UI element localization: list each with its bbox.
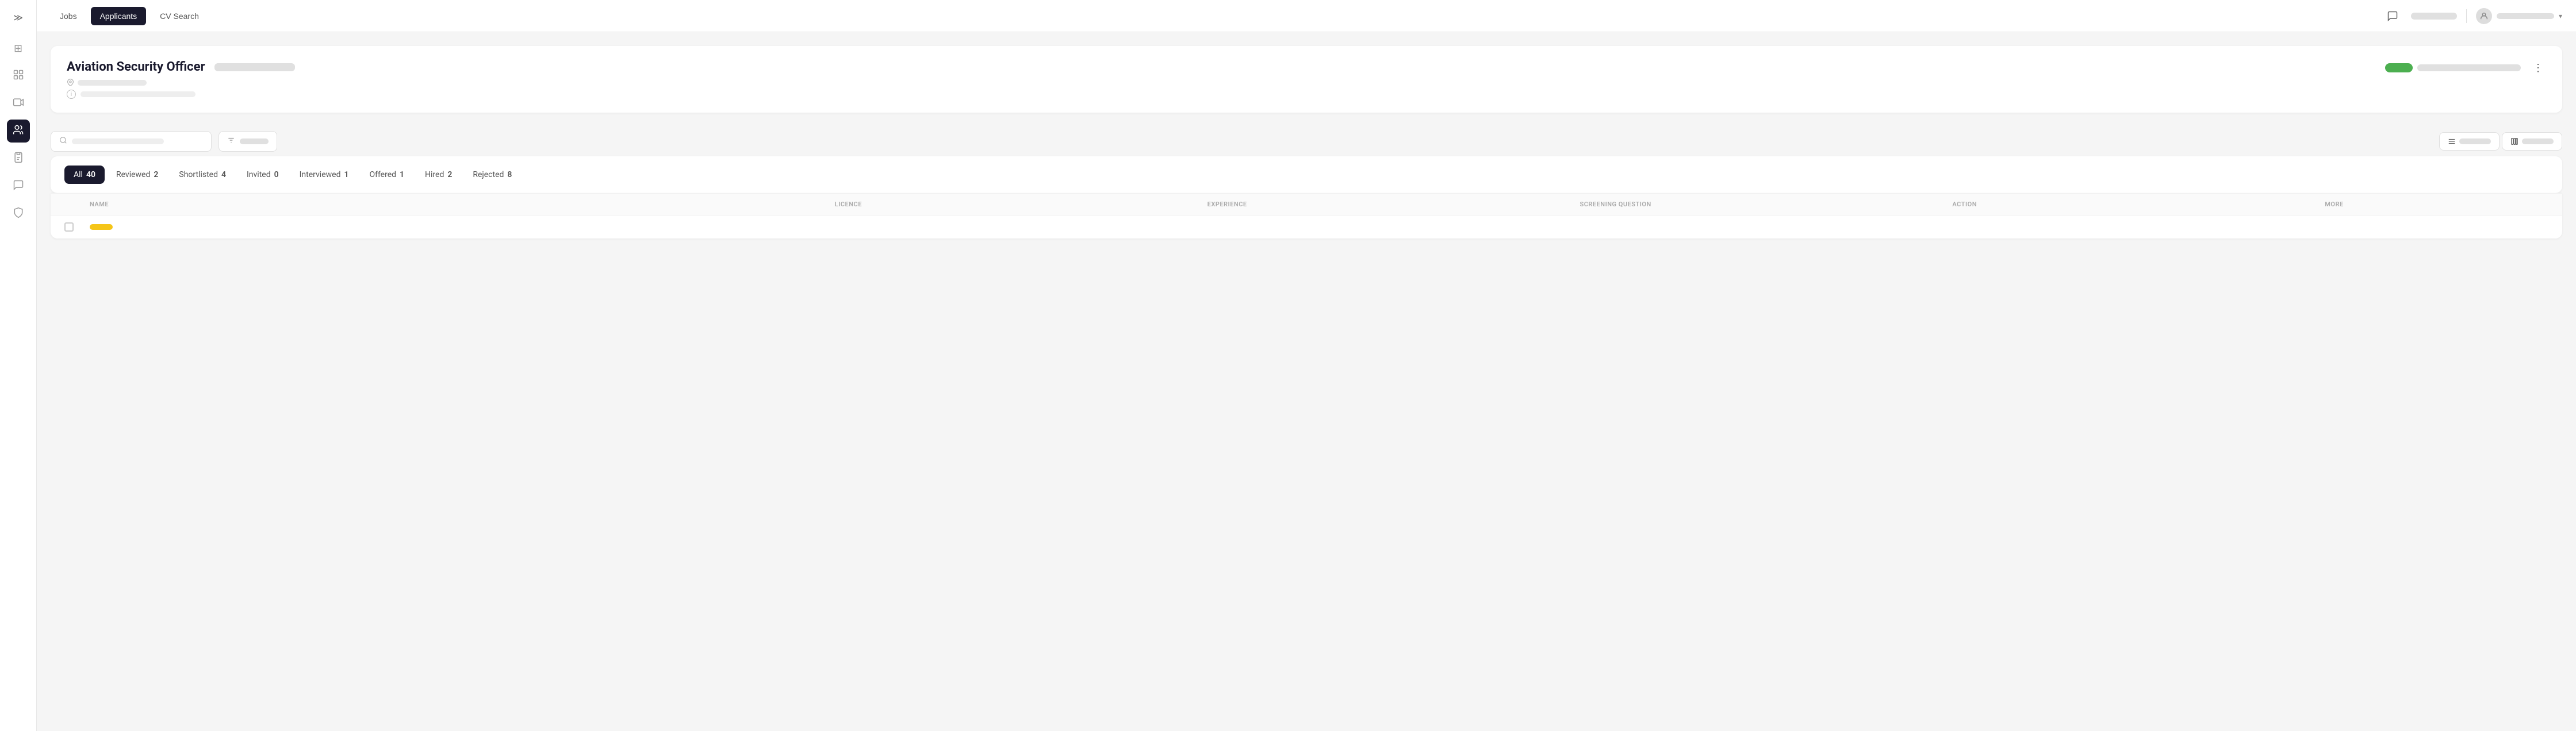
th-experience: EXPERIENCE bbox=[1208, 201, 1580, 208]
nav-right-area: ▾ bbox=[2383, 7, 2562, 25]
nav-username-placeholder bbox=[2411, 13, 2457, 20]
tab-invited[interactable]: Invited 0 bbox=[237, 166, 288, 184]
th-more: MORE bbox=[2325, 201, 2548, 208]
th-licence: LICENCE bbox=[835, 201, 1208, 208]
team-icon bbox=[13, 69, 24, 83]
table-row bbox=[51, 215, 2562, 238]
filter-icon bbox=[227, 136, 235, 147]
tab-label: Rejected bbox=[473, 170, 504, 179]
sidebar-item-team[interactable] bbox=[7, 64, 30, 87]
avatar bbox=[2476, 8, 2492, 24]
top-navigation: Jobs Applicants CV Search ▾ bbox=[37, 0, 2576, 32]
message-icon bbox=[13, 179, 24, 194]
tab-label: Shortlisted bbox=[179, 170, 218, 179]
tab-interviewed[interactable]: Interviewed 1 bbox=[290, 166, 358, 184]
nav-user-name-placeholder bbox=[2497, 13, 2554, 19]
sidebar-item-video[interactable] bbox=[7, 92, 30, 115]
filter-label bbox=[240, 138, 269, 144]
list-view-label bbox=[2459, 138, 2491, 144]
page-content: Aviation Security Officer bbox=[37, 32, 2576, 731]
tab-count: 0 bbox=[274, 170, 279, 179]
video-icon bbox=[13, 97, 24, 111]
row-checkbox[interactable] bbox=[64, 222, 74, 232]
tab-count: 40 bbox=[86, 170, 95, 179]
tab-jobs[interactable]: Jobs bbox=[51, 7, 86, 25]
main-content: Jobs Applicants CV Search ▾ bbox=[37, 0, 2576, 731]
th-action: ACTION bbox=[1952, 201, 2325, 208]
tab-reviewed[interactable]: Reviewed 2 bbox=[107, 166, 167, 184]
sidebar-item-dashboard[interactable]: ⊞ bbox=[7, 37, 30, 60]
job-status-badge bbox=[2385, 63, 2521, 72]
filters-bar bbox=[51, 122, 2562, 156]
job-title: Aviation Security Officer bbox=[67, 60, 205, 74]
kanban-view-button[interactable] bbox=[2502, 132, 2562, 151]
th-checkbox bbox=[64, 201, 90, 208]
tabs-row: All 40Reviewed 2Shortlisted 4Invited 0In… bbox=[64, 156, 2548, 193]
tab-count: 1 bbox=[400, 170, 404, 179]
tab-count: 8 bbox=[507, 170, 512, 179]
kanban-view-label bbox=[2522, 138, 2554, 144]
tab-count: 4 bbox=[221, 170, 226, 179]
tab-shortlisted[interactable]: Shortlisted 4 bbox=[170, 166, 235, 184]
tab-count: 1 bbox=[344, 170, 348, 179]
filter-button[interactable] bbox=[218, 131, 277, 152]
sidebar-item-tasks[interactable] bbox=[7, 147, 30, 170]
tab-label: Interviewed bbox=[300, 170, 341, 179]
sidebar-item-security[interactable] bbox=[7, 202, 30, 225]
tab-label: All bbox=[74, 170, 83, 179]
applicant-tabs: All 40Reviewed 2Shortlisted 4Invited 0In… bbox=[51, 156, 2562, 193]
th-name: NAME bbox=[90, 201, 835, 208]
tab-label: Offered bbox=[369, 170, 396, 179]
search-box[interactable] bbox=[51, 131, 212, 152]
info-icon: i bbox=[67, 90, 76, 99]
sidebar-item-messages[interactable] bbox=[7, 175, 30, 198]
clipboard-icon bbox=[13, 152, 24, 166]
tab-applicants[interactable]: Applicants bbox=[91, 7, 147, 25]
job-title-section: Aviation Security Officer bbox=[67, 60, 295, 86]
job-info-bar bbox=[80, 91, 195, 97]
chat-icon-button[interactable] bbox=[2383, 7, 2402, 25]
sidebar-toggle[interactable]: ≫ bbox=[8, 7, 29, 28]
tab-count: 2 bbox=[154, 170, 158, 179]
sidebar-item-applicants[interactable] bbox=[7, 120, 30, 143]
tab-label: Reviewed bbox=[116, 170, 150, 179]
tab-cv-search[interactable]: CV Search bbox=[151, 7, 208, 25]
table-header: NAMELICENCEEXPERIENCESCREENING QUESTIONA… bbox=[51, 193, 2562, 215]
search-input-placeholder bbox=[72, 138, 164, 144]
people-icon bbox=[13, 124, 24, 138]
job-right-actions: ⋮ bbox=[2385, 60, 2546, 76]
nav-divider bbox=[2466, 9, 2467, 23]
tab-count: 2 bbox=[447, 170, 452, 179]
th-screening: SCREENING QUESTION bbox=[1580, 201, 1953, 208]
shield-icon bbox=[13, 207, 24, 221]
list-view-button[interactable] bbox=[2439, 132, 2500, 151]
chevron-right-icon: ≫ bbox=[13, 12, 23, 23]
tab-label: Invited bbox=[247, 170, 271, 179]
chevron-down-icon: ▾ bbox=[2559, 12, 2562, 20]
row-checkbox-cell bbox=[64, 222, 90, 232]
dashboard-icon: ⊞ bbox=[14, 43, 22, 55]
job-location-bar bbox=[78, 80, 147, 86]
tab-label: Hired bbox=[425, 170, 444, 179]
job-title-extra-bar bbox=[214, 63, 295, 71]
sidebar: ≫ ⊞ bbox=[0, 0, 37, 731]
tab-offered[interactable]: Offered 1 bbox=[360, 166, 413, 184]
tab-all[interactable]: All 40 bbox=[64, 166, 105, 184]
row-name-placeholder bbox=[90, 224, 113, 230]
applicants-table: NAMELICENCEEXPERIENCESCREENING QUESTIONA… bbox=[51, 193, 2562, 238]
job-title-row: Aviation Security Officer bbox=[67, 60, 295, 74]
job-info-row: i bbox=[67, 90, 2546, 99]
view-toggle bbox=[2439, 132, 2562, 151]
job-location bbox=[67, 79, 295, 86]
job-card: Aviation Security Officer bbox=[51, 46, 2562, 113]
nav-user-menu[interactable]: ▾ bbox=[2476, 8, 2562, 24]
job-header: Aviation Security Officer bbox=[67, 60, 2546, 86]
search-icon bbox=[59, 136, 67, 147]
job-more-button[interactable]: ⋮ bbox=[2530, 60, 2546, 76]
status-active-indicator bbox=[2385, 63, 2413, 72]
tab-rejected[interactable]: Rejected 8 bbox=[463, 166, 521, 184]
job-status-bar bbox=[2417, 64, 2521, 71]
tab-hired[interactable]: Hired 2 bbox=[416, 166, 461, 184]
